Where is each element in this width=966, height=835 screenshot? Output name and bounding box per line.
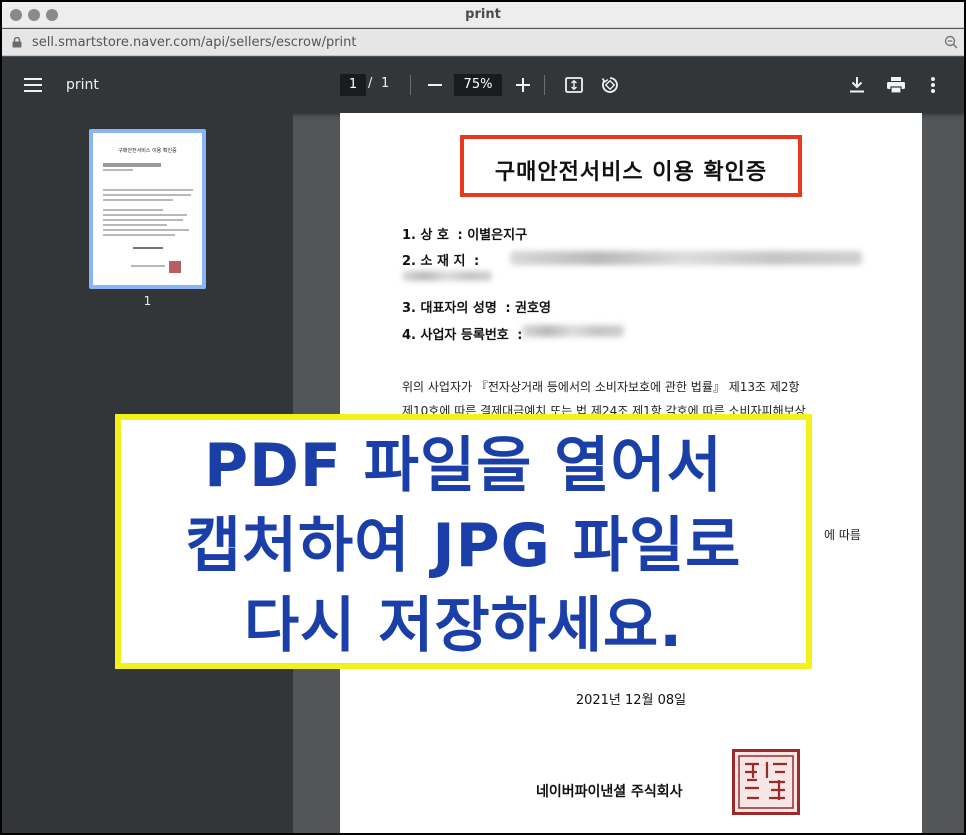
field-representative: 3. 대표자의 성명 : 권호영: [402, 297, 551, 316]
company-seal-stamp: [732, 749, 800, 815]
field-value: : 이별은지구: [457, 228, 528, 243]
field-label: 1. 상 호: [402, 228, 449, 243]
zoom-level-input[interactable]: 75%: [454, 74, 502, 96]
page-thumbnail[interactable]: 구매안전서비스 이용 확인증: [89, 129, 206, 289]
thumbnail-text-line: [103, 169, 133, 171]
field-address: 2. 소 재 지 :: [402, 250, 479, 269]
address-bar[interactable]: sell.smartstore.naver.com/api/sellers/es…: [2, 29, 964, 56]
total-pages: 1: [381, 76, 390, 91]
thumbnail-text-line: [133, 247, 163, 249]
field-label: 2. 소 재 지: [402, 254, 466, 269]
field-label: 3. 대표자의 성명: [402, 301, 497, 316]
document-title: print: [66, 77, 99, 93]
thumbnail-page: 구매안전서비스 이용 확인증: [93, 133, 202, 285]
thumbnail-text-line: [131, 265, 165, 267]
fit-page-icon[interactable]: [564, 75, 584, 95]
thumbnail-text-line: [103, 163, 161, 167]
field-label: 4. 사업자 등록번호: [402, 328, 509, 343]
page-number-input[interactable]: 1: [340, 74, 366, 96]
thumbnail-text-line: [103, 214, 187, 216]
field-value: : 권호영: [505, 301, 551, 316]
overlay-line-3: 다시 저장하세요.: [243, 591, 684, 661]
zoom-out-icon[interactable]: [426, 75, 444, 95]
field-business-number: 4. 사업자 등록번호 :: [402, 324, 523, 343]
instruction-overlay: PDF 파일을 열어서 캡처하여 JPG 파일로 다시 저장하세요.: [115, 414, 812, 669]
heading-highlight-box: 구매안전서비스 이용 확인증: [460, 135, 802, 197]
thumbnail-title: 구매안전서비스 이용 확인증: [118, 148, 177, 154]
toolbar-divider: [544, 75, 545, 95]
issue-date: 2021년 12월 08일: [575, 693, 687, 708]
redacted-address: [510, 251, 862, 265]
rotate-icon[interactable]: [600, 75, 620, 95]
thumbnail-text-line: [103, 224, 167, 226]
thumbnail-label: 1: [143, 294, 152, 308]
issuer-company: 네이버파이낸셜 주식회사: [536, 784, 683, 800]
thumbnail-text-line: [103, 229, 189, 231]
thumbnail-seal: [169, 261, 181, 273]
thumbnail-text-line: [103, 219, 183, 221]
overlay-line-2: 캡처하여 JPG 파일로: [185, 511, 742, 581]
page-separator: /: [368, 76, 373, 91]
thumbnail-text-line: [103, 189, 193, 191]
body-text-fragment: 에 따름: [824, 528, 861, 542]
window-title: print: [465, 7, 501, 22]
redacted-address-line2: [402, 271, 492, 281]
toolbar-divider: [410, 75, 411, 95]
menu-icon[interactable]: [22, 75, 44, 95]
lock-icon: [12, 37, 22, 48]
download-icon[interactable]: [847, 75, 867, 95]
print-icon[interactable]: [885, 75, 907, 95]
thumbnail-text-line: [103, 199, 173, 201]
page-zoom-icon[interactable]: [944, 35, 958, 49]
browser-window: print sell.smartstore.naver.com/api/sell…: [2, 2, 964, 833]
thumbnail-text-line: [103, 194, 191, 196]
thumbnail-text-line: [103, 209, 163, 211]
field-value: :: [473, 254, 480, 269]
body-text-line: 위의 사업자가 『전자상거래 등에서의 소비자보호에 관한 법률』 제13조 제…: [402, 380, 800, 394]
url-text[interactable]: sell.smartstore.naver.com/api/sellers/es…: [32, 35, 357, 50]
redacted-business-number: [522, 325, 624, 337]
more-icon[interactable]: [926, 75, 940, 95]
zoom-in-icon[interactable]: [514, 75, 532, 95]
overlay-line-1: PDF 파일을 열어서: [204, 431, 723, 501]
title-bar: print: [2, 2, 964, 28]
document-heading: 구매안전서비스 이용 확인증: [494, 160, 768, 185]
pdf-toolbar: print 1 / 1 75%: [2, 57, 964, 113]
thumbnail-text-line: [103, 234, 175, 236]
field-company-name: 1. 상 호 : 이별은지구: [402, 224, 527, 243]
